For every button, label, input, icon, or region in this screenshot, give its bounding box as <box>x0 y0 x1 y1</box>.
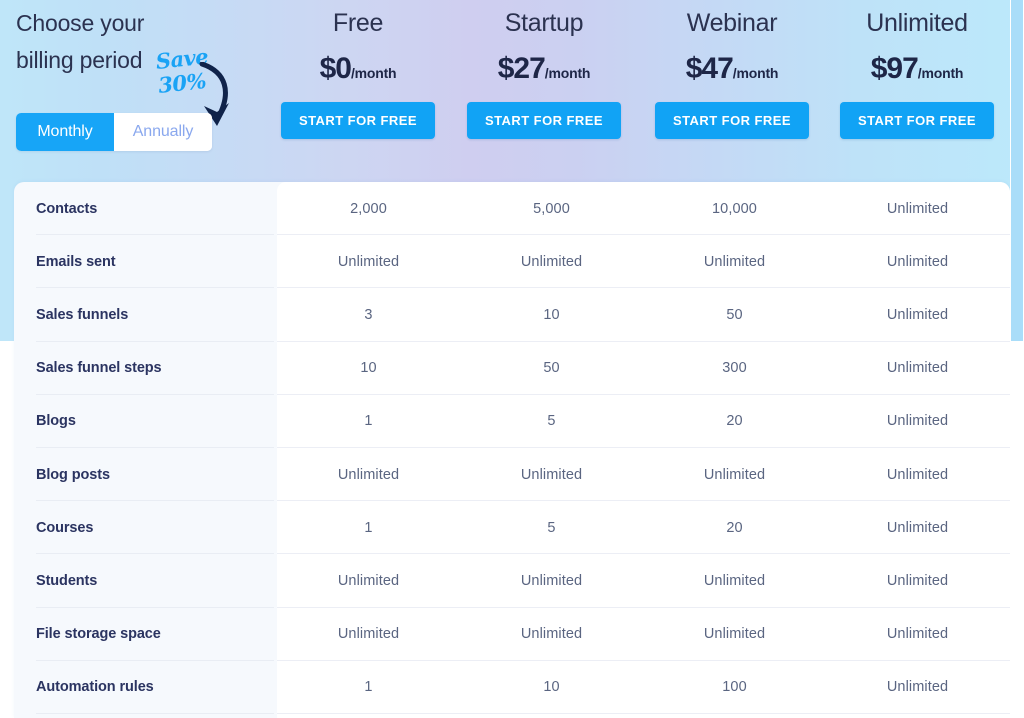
table-row: File storage space Unlimited Unlimited Unli… <box>14 608 1010 661</box>
plan-name: Startup <box>504 9 584 37</box>
feature-value-cell: 10,000 <box>712 200 757 217</box>
feature-value-cell: Unlimited <box>337 626 400 643</box>
plan-column-free: Free $0/month START FOR FREE <box>267 0 449 139</box>
feature-value-cell: Unlimited <box>520 253 583 270</box>
toggle-option-annually[interactable]: Annually <box>114 113 212 151</box>
feature-label: Automation rules <box>36 679 154 696</box>
page-background-lower-left <box>0 341 14 718</box>
plan-name: Unlimited <box>866 9 968 37</box>
start-for-free-button[interactable]: START FOR FREE <box>840 102 994 139</box>
feature-label: Students <box>36 572 98 589</box>
feature-value-cell: 1 <box>364 413 373 430</box>
table-row: Contacts 2,000 5,000 10,000 Unlimited <box>14 182 1010 236</box>
start-for-free-button[interactable]: START FOR FREE <box>655 102 809 139</box>
table-row: Blogs 1 5 20 Unlimited <box>14 395 1010 448</box>
feature-label: Emails sent <box>36 253 116 270</box>
feature-value-cell: 5,000 <box>533 200 570 217</box>
feature-value-cell: Unlimited <box>337 253 400 270</box>
feature-value-cell: 2,000 <box>350 200 387 217</box>
table-row: Automation rules 1 10 100 Unlimited <box>14 661 1010 714</box>
feature-value-cell: 10 <box>543 679 560 696</box>
feature-label: Courses <box>36 519 94 536</box>
plan-period: /month <box>350 65 397 81</box>
feature-value-cell: Unlimited <box>886 572 949 589</box>
plan-price: $97 <box>870 52 919 85</box>
feature-value-cell: Unlimited <box>886 413 949 430</box>
pricing-header: Choose your billing period Save 30% Mont… <box>0 0 1010 182</box>
plan-name: Webinar <box>686 9 778 37</box>
table-row: Blog posts Unlimited Unlimited Unlimited Unl… <box>14 448 1010 502</box>
plan-name: Free <box>332 9 384 37</box>
feature-value-cell: 50 <box>543 360 560 377</box>
billing-heading-line-1: Choose your <box>16 10 145 36</box>
plan-price-row: $47/month <box>641 52 823 86</box>
feature-value-cell: Unlimited <box>520 626 583 643</box>
feature-value-cell: Unlimited <box>520 572 583 589</box>
feature-value-cell: 100 <box>722 679 747 696</box>
feature-value-cell: Unlimited <box>703 572 766 589</box>
feature-value-cell: Unlimited <box>520 466 583 483</box>
feature-value-cell: Unlimited <box>703 626 766 643</box>
feature-value-cell: Unlimited <box>703 466 766 483</box>
table-row: Courses 1 5 20 Unlimited <box>14 501 1010 555</box>
feature-value-cell: Unlimited <box>886 360 949 377</box>
feature-value-cell: 20 <box>726 413 743 430</box>
feature-value-cell: 20 <box>726 519 743 536</box>
feature-value-cell: 1 <box>364 519 373 536</box>
feature-value-cell: Unlimited <box>886 306 949 323</box>
feature-value-cell: 300 <box>722 360 747 377</box>
feature-rows: Contacts 2,000 5,000 10,000 Unlimited Emails … <box>14 182 1010 714</box>
feature-value-cell: Unlimited <box>337 572 400 589</box>
feature-value-cell: Unlimited <box>886 626 949 643</box>
plan-period: /month <box>544 65 591 81</box>
table-row: Emails sent Unlimited Unlimited Unlimited Un… <box>14 235 1010 289</box>
plan-period: /month <box>732 65 779 81</box>
row-divider-right <box>277 712 1010 714</box>
plan-column-unlimited: Unlimited $97/month START FOR FREE <box>826 0 1008 139</box>
feature-label: Sales funnels <box>36 306 129 323</box>
feature-value-cell: 5 <box>547 519 556 536</box>
plan-price: $0 <box>319 52 352 85</box>
plan-price-row: $0/month <box>267 52 449 86</box>
feature-label: Blogs <box>36 413 76 430</box>
feature-comparison-card: Contacts 2,000 5,000 10,000 Unlimited Emails … <box>14 182 1010 718</box>
table-row: Students Unlimited Unlimited Unlimited Unlim… <box>14 554 1010 608</box>
toggle-option-monthly[interactable]: Monthly <box>16 113 114 151</box>
feature-value-cell: 3 <box>364 306 373 323</box>
feature-value-cell: Unlimited <box>886 466 949 483</box>
start-for-free-button[interactable]: START FOR FREE <box>281 102 435 139</box>
feature-value-cell: Unlimited <box>886 679 949 696</box>
feature-label: Contacts <box>36 200 98 217</box>
feature-value-cell: 5 <box>547 413 556 430</box>
feature-value-cell: Unlimited <box>703 253 766 270</box>
table-row: Sales funnel steps 10 50 300 Unlimited <box>14 342 1010 395</box>
plan-price: $47 <box>685 52 734 85</box>
page-scrollbar-track[interactable] <box>1010 0 1024 718</box>
start-for-free-button[interactable]: START FOR FREE <box>467 102 621 139</box>
plan-column-startup: Startup $27/month START FOR FREE <box>453 0 635 139</box>
table-row: Sales funnels 3 10 50 Unlimited <box>14 288 1010 342</box>
plan-price: $27 <box>497 52 546 85</box>
feature-value-cell: 50 <box>726 306 743 323</box>
feature-label: Sales funnel steps <box>36 360 162 377</box>
feature-value-cell: 10 <box>360 360 377 377</box>
feature-value-cell: Unlimited <box>337 466 400 483</box>
feature-label: File storage space <box>36 626 161 643</box>
feature-value-cell: Unlimited <box>886 200 949 217</box>
page-scrollbar-thumb[interactable] <box>1011 0 1023 341</box>
plan-price-row: $27/month <box>453 52 635 86</box>
feature-label: Blog posts <box>36 466 110 483</box>
feature-value-cell: Unlimited <box>886 519 949 536</box>
feature-value-cell: Unlimited <box>886 253 949 270</box>
feature-value-cell: 10 <box>543 306 560 323</box>
plan-period: /month <box>917 65 964 81</box>
plan-column-webinar: Webinar $47/month START FOR FREE <box>641 0 823 139</box>
plan-price-row: $97/month <box>826 52 1008 86</box>
billing-period-toggle[interactable]: Monthly Annually <box>16 113 212 151</box>
feature-value-cell: 1 <box>364 679 373 696</box>
row-divider-left <box>36 712 274 714</box>
